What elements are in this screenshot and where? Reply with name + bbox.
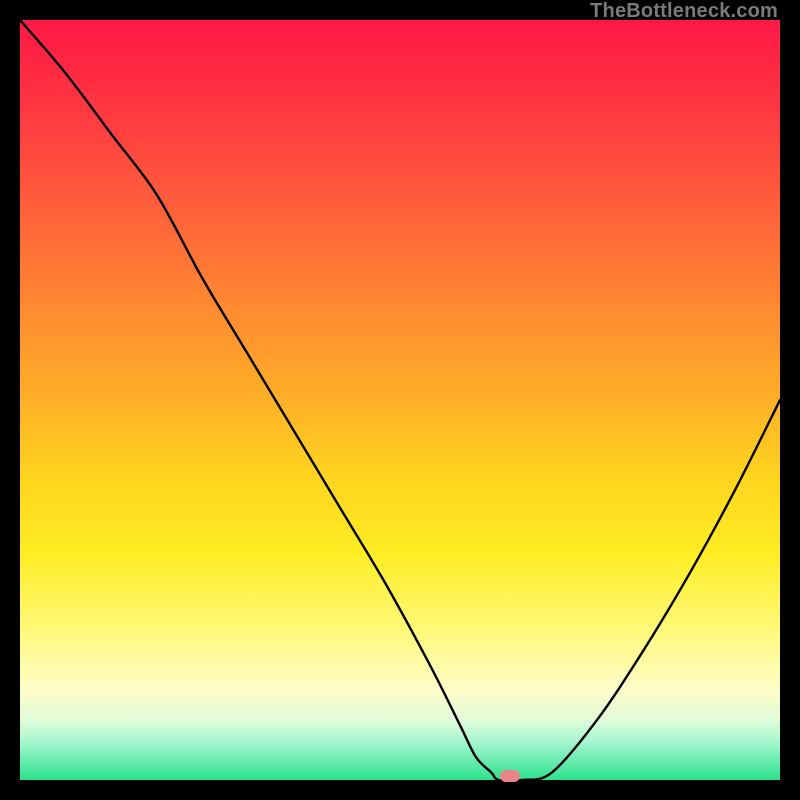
chart-stage: TheBottleneck.com: [0, 0, 800, 800]
plot-area: [20, 20, 780, 780]
minimum-marker: [500, 770, 520, 782]
line-curve: [20, 20, 780, 780]
